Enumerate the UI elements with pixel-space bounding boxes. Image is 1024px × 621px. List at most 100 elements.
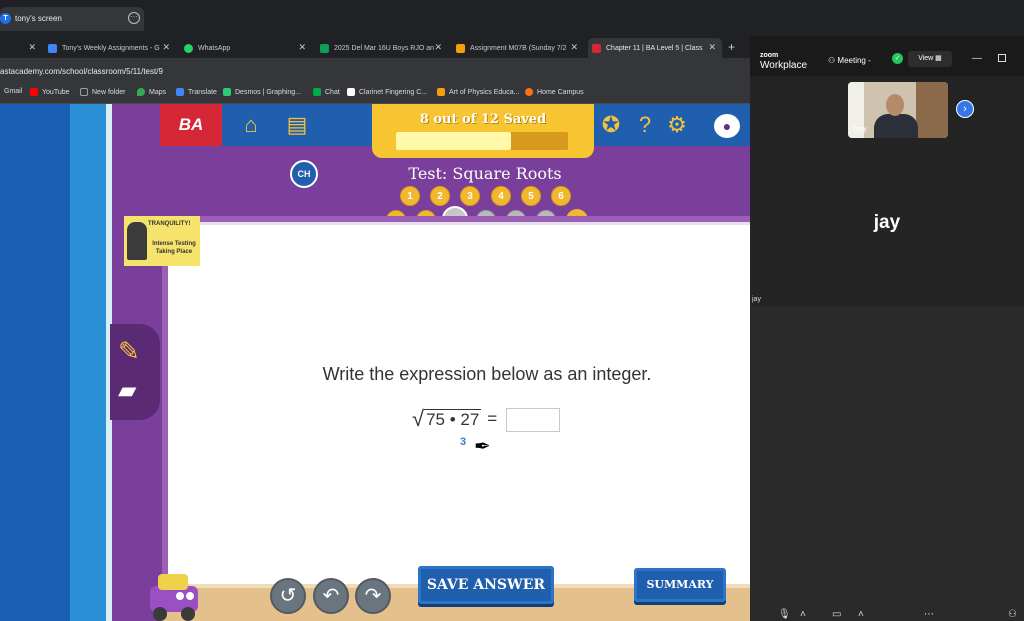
- desmos-icon: [223, 88, 231, 96]
- shared-screen-tab[interactable]: T tony's screen ···: [0, 7, 144, 31]
- math-expression: √ 75 • 27 =: [412, 406, 497, 432]
- tab-whatsapp[interactable]: WhatsApp ✕: [180, 38, 312, 58]
- close-tab-icon[interactable]: ✕: [434, 42, 442, 53]
- question-text: Write the expression below as an integer…: [322, 364, 652, 384]
- tab-label: 2025 Del Mar 16U Boys RJO an: [334, 44, 434, 52]
- book-icon[interactable]: ▤: [284, 113, 310, 137]
- tranquility-subtitle: Intense Testing Taking Place: [152, 241, 196, 255]
- screen-share-bar: T tony's screen ···: [0, 0, 1024, 36]
- bookmark-clarinet[interactable]: Clarinet Fingering C...: [347, 88, 427, 96]
- next-page-arrow-icon[interactable]: ›: [956, 100, 974, 118]
- participants-icon[interactable]: ⚇: [1008, 609, 1017, 620]
- close-tab-icon[interactable]: ✕: [298, 42, 306, 53]
- bookmark-art-of-physics[interactable]: Art of Physics Educa...: [437, 88, 519, 96]
- self-name-label: Tony: [852, 126, 867, 133]
- question-1-button[interactable]: 1: [400, 186, 420, 206]
- gear-icon[interactable]: ⚙: [664, 113, 690, 137]
- pencil-icon[interactable]: ✎: [118, 336, 140, 367]
- tab-del-mar[interactable]: 2025 Del Mar 16U Boys RJO an ✕: [316, 38, 448, 58]
- more-options-icon[interactable]: ···: [128, 12, 140, 24]
- maximize-icon[interactable]: [998, 54, 1006, 62]
- video-person: [886, 94, 904, 116]
- test-title: Test: Square Roots: [408, 164, 562, 183]
- tab-strip: ✕ Tony's Weekly Assignments - G ✕ WhatsA…: [0, 36, 750, 58]
- minimize-icon[interactable]: —: [972, 53, 982, 64]
- sheets-icon: [320, 43, 329, 53]
- save-answer-button[interactable]: SAVE ANSWER: [418, 566, 554, 604]
- folder-icon: [80, 88, 88, 96]
- tab-assignment[interactable]: Assignment M07B (Sunday 7/2 ✕: [452, 38, 584, 58]
- summary-button[interactable]: SUMMARY: [634, 568, 726, 602]
- radicand: 75 • 27: [424, 408, 482, 429]
- more-icon[interactable]: ⋯: [924, 609, 934, 620]
- bookmarks-bar: Gmail YouTube New folder Maps Translate …: [0, 84, 750, 104]
- home-icon[interactable]: ⌂: [238, 113, 264, 137]
- undo-button[interactable]: ↶: [313, 578, 349, 614]
- empty-gallery-area: [750, 306, 1024, 621]
- participant-name: jay: [873, 212, 901, 233]
- chapter-badge: CH: [290, 160, 318, 188]
- tab-chapter-11[interactable]: Chapter 11 | BA Level 5 | Class ✕: [588, 38, 722, 58]
- answer-input[interactable]: [506, 408, 560, 432]
- maps-pin-icon: [137, 88, 145, 96]
- close-tab-icon[interactable]: ✕: [570, 42, 578, 53]
- youtube-icon: [30, 88, 38, 96]
- question-5-button[interactable]: 5: [521, 186, 541, 206]
- bookmark-chat[interactable]: Chat: [313, 88, 340, 96]
- question-2-button[interactable]: 2: [430, 186, 450, 206]
- background-strip: [0, 104, 70, 621]
- address-bar: astacademy.com/school/classroom/5/11/tes…: [0, 58, 750, 84]
- new-tab-icon[interactable]: +: [728, 40, 735, 54]
- participant-name-label: jay: [752, 296, 761, 303]
- eraser-icon[interactable]: ▰: [118, 376, 136, 405]
- beast-academy-page: BA ⌂ ▤ 8 out of 12 Saved ✪ ? ⚙ ● CH Test…: [0, 104, 750, 621]
- whatsapp-icon: [184, 43, 193, 53]
- close-tab-icon[interactable]: ✕: [162, 42, 170, 53]
- chevron-up-icon[interactable]: ˄: [858, 609, 864, 620]
- question-4-button[interactable]: 4: [491, 186, 511, 206]
- close-tab-icon[interactable]: ✕: [708, 42, 716, 53]
- square-root-icon: √: [412, 406, 425, 431]
- reset-button[interactable]: ↺: [270, 578, 306, 614]
- bookmark-youtube[interactable]: YouTube: [30, 88, 70, 96]
- zoom-brand: zoom: [760, 52, 779, 59]
- tranquility-sign: TRANQUILITY! Intense Testing Taking Plac…: [124, 216, 200, 266]
- bookmark-gmail[interactable]: Gmail: [4, 88, 22, 95]
- tab-label: Chapter 11 | BA Level 5 | Class: [606, 44, 703, 52]
- pen-cursor-icon: ✒: [474, 436, 491, 458]
- monster-figure-icon: [127, 222, 147, 260]
- tab-partial[interactable]: ✕: [0, 38, 42, 58]
- chevron-up-icon[interactable]: ˄: [800, 609, 806, 620]
- tab-label: WhatsApp: [198, 44, 231, 52]
- video-background: [916, 82, 948, 138]
- zoom-brand-product: Workplace: [760, 60, 808, 71]
- saved-progress-fill: [396, 132, 512, 150]
- bookmark-maps[interactable]: Maps: [137, 88, 166, 96]
- close-tab-icon[interactable]: ✕: [28, 42, 36, 53]
- profile-avatar-icon[interactable]: ●: [714, 114, 740, 138]
- shared-screen-title: tony's screen: [15, 14, 62, 23]
- url-field[interactable]: astacademy.com/school/classroom/5/11/tes…: [0, 64, 748, 80]
- view-button[interactable]: View ▦: [908, 51, 952, 67]
- question-3-button[interactable]: 3: [460, 186, 480, 206]
- bookmark-desmos[interactable]: Desmos | Graphing...: [223, 88, 301, 96]
- zoom-window: zoom Workplace ⚇ Meeting - ✓ View ▦ — To…: [750, 36, 1024, 621]
- saved-count: 8 out of 12 Saved: [419, 112, 547, 127]
- participants-icon: ⚇: [828, 56, 838, 65]
- meeting-menu[interactable]: ⚇ Meeting -: [828, 56, 871, 65]
- mute-icon[interactable]: 🎙: [778, 609, 791, 620]
- beast-academy-logo[interactable]: BA: [160, 104, 222, 146]
- question-6-button[interactable]: 6: [551, 186, 571, 206]
- badge-icon[interactable]: ✪: [598, 113, 624, 137]
- help-icon[interactable]: ?: [632, 113, 658, 137]
- bookmark-new-folder[interactable]: New folder: [80, 88, 125, 96]
- bookmark-translate[interactable]: Translate: [176, 88, 217, 96]
- redo-button[interactable]: ↷: [355, 578, 391, 614]
- security-shield-icon[interactable]: ✓: [892, 53, 903, 64]
- tab-label: Assignment M07B (Sunday 7/2: [470, 44, 567, 52]
- bookmark-home-campus[interactable]: Home Campus: [525, 88, 584, 96]
- tab-weekly-assignments[interactable]: Tony's Weekly Assignments - G ✕: [44, 38, 176, 58]
- video-off-icon[interactable]: ▭: [832, 609, 841, 620]
- beast-academy-icon: [592, 43, 601, 53]
- sharer-avatar: T: [0, 13, 11, 24]
